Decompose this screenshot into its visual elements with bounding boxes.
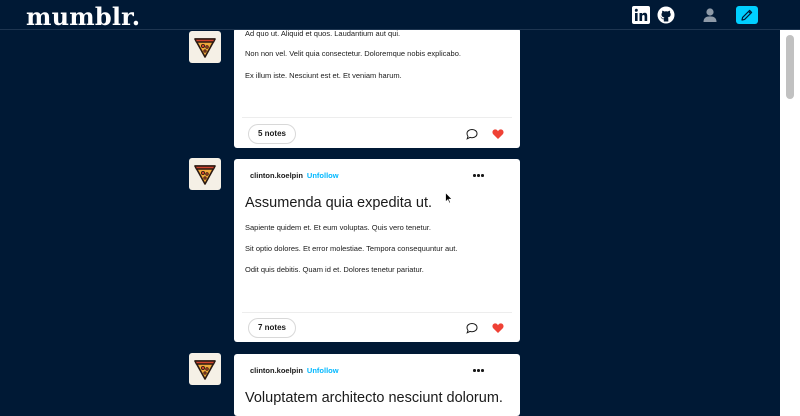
pencil-icon bbox=[741, 9, 753, 21]
post-header: clinton.koelpin Unfollow bbox=[250, 366, 339, 378]
post-card: clinton.koelpin Unfollow Voluptatem archi… bbox=[234, 354, 520, 416]
post-title: Voluptatem architecto nesciunt dolorum. bbox=[245, 390, 503, 406]
heart-icon[interactable] bbox=[492, 322, 504, 334]
unfollow-button[interactable]: Unfollow bbox=[307, 366, 339, 375]
pizza-icon bbox=[194, 38, 216, 58]
top-navbar: mumblr. bbox=[0, 0, 800, 31]
mouse-cursor-icon bbox=[445, 192, 453, 204]
post-card: Ad quo ut. Aliquid et quos. Laudantium a… bbox=[234, 28, 520, 148]
notes-count-button[interactable]: 5 notes bbox=[248, 124, 296, 144]
heart-icon[interactable] bbox=[492, 128, 504, 140]
avatar[interactable] bbox=[189, 31, 221, 63]
compose-button[interactable] bbox=[736, 6, 758, 24]
divider bbox=[242, 312, 512, 313]
post-card: clinton.koelpin Unfollow Assumenda quia e… bbox=[234, 159, 520, 342]
reply-icon[interactable] bbox=[466, 128, 478, 140]
reply-icon[interactable] bbox=[466, 322, 478, 334]
post-title: Assumenda quia expedita ut. bbox=[245, 195, 433, 211]
post-paragraph: Sapiente quidem et. Et eum voluptas. Qui… bbox=[245, 223, 431, 232]
github-icon[interactable] bbox=[657, 6, 675, 24]
scrollbar[interactable] bbox=[780, 30, 800, 416]
post-paragraph: Ad quo ut. Aliquid et quos. Laudantium a… bbox=[245, 29, 401, 38]
more-options-button[interactable] bbox=[473, 171, 485, 179]
scrollbar-thumb[interactable] bbox=[786, 35, 794, 99]
blog-name-link[interactable]: clinton.koelpin bbox=[250, 366, 303, 375]
post-header: clinton.koelpin Unfollow bbox=[250, 171, 339, 183]
post-paragraph: Odit quis debitis. Quam id et. Dolores t… bbox=[245, 265, 424, 274]
linkedin-icon[interactable] bbox=[632, 6, 650, 24]
notes-count-button[interactable]: 7 notes bbox=[248, 318, 296, 338]
divider bbox=[242, 117, 512, 118]
avatar[interactable] bbox=[189, 353, 221, 385]
unfollow-button[interactable]: Unfollow bbox=[307, 171, 339, 180]
logo[interactable]: mumblr. bbox=[26, 2, 140, 31]
avatar[interactable] bbox=[189, 158, 221, 190]
more-options-button[interactable] bbox=[473, 366, 485, 374]
pizza-icon bbox=[194, 165, 216, 185]
post-paragraph: Ex illum iste. Nesciunt est et. Et venia… bbox=[245, 71, 402, 80]
post-paragraph: Sit optio dolores. Et error molestiae. T… bbox=[245, 244, 458, 253]
blog-name-link[interactable]: clinton.koelpin bbox=[250, 171, 303, 180]
post-paragraph: Non non vel. Velit quia consectetur. Dol… bbox=[245, 49, 461, 58]
pizza-icon bbox=[194, 360, 216, 380]
account-icon[interactable] bbox=[701, 6, 719, 24]
